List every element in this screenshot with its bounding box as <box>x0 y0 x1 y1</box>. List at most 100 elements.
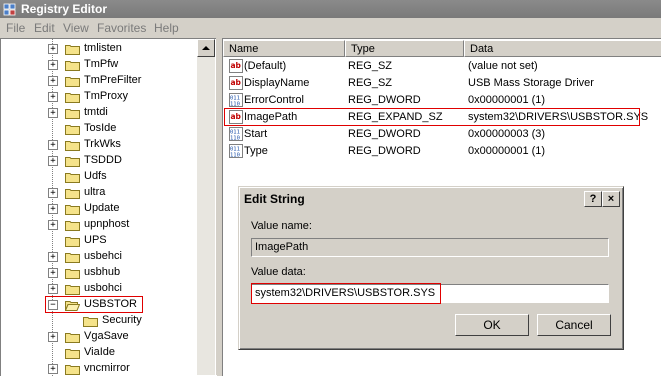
column-header-name[interactable]: Name <box>223 40 345 57</box>
tree-item-label: tmtdi <box>84 106 108 118</box>
tree-item-label: usbehci <box>84 250 122 262</box>
window-title: Registry Editor <box>21 2 108 16</box>
tree-item-label: upnphost <box>84 218 130 230</box>
folder-icon <box>65 156 80 167</box>
expand-icon[interactable]: + <box>48 252 58 262</box>
tree-item[interactable]: + usbohci <box>1 281 197 297</box>
tree-item[interactable]: + vncmirror <box>1 361 197 376</box>
expand-icon[interactable]: + <box>48 268 58 278</box>
menu-view[interactable]: View <box>63 21 89 35</box>
folder-icon <box>65 364 80 375</box>
menu-edit[interactable]: Edit <box>34 21 55 35</box>
value-name: Type <box>244 145 268 157</box>
menu-help[interactable]: Help <box>154 21 179 35</box>
column-header-type[interactable]: Type <box>345 40 464 57</box>
folder-icon <box>65 348 80 359</box>
tree-item[interactable]: + VgaSave <box>1 329 197 345</box>
menu-file[interactable]: File <box>6 21 25 35</box>
tree-item-label: TmProxy <box>84 90 128 102</box>
tree-item[interactable]: + ultra <box>1 185 197 201</box>
value-row[interactable]: ab DisplayName REG_SZ USB Mass Storage Driv… <box>223 75 661 92</box>
tree-item-label: TmPfw <box>84 58 119 70</box>
expand-icon[interactable]: + <box>48 44 58 54</box>
folder-icon <box>65 140 80 151</box>
tree-item-label: Udfs <box>84 170 107 182</box>
key-tree-pane[interactable]: + tmlisten + TmPfw + TmPreFilter + TmProxy + tmtd… <box>0 38 217 376</box>
column-header-type-label: Type <box>351 43 375 55</box>
expand-icon[interactable]: + <box>48 156 58 166</box>
value-data-label: Value data: <box>251 266 306 278</box>
value-row[interactable]: 011 110 ErrorControl REG_DWORD 0x00000001 (1… <box>223 92 661 109</box>
expand-icon[interactable]: + <box>48 108 58 118</box>
value-row[interactable]: 011 110 Type REG_DWORD 0x00000001 (1) <box>223 143 661 160</box>
column-header-name-label: Name <box>229 43 259 55</box>
imagepath-highlight-box <box>224 108 640 126</box>
svg-text:110: 110 <box>230 102 240 108</box>
folder-icon <box>65 108 80 119</box>
tree-item[interactable]: + TSDDD <box>1 153 197 169</box>
expand-icon[interactable]: + <box>48 332 58 342</box>
tree-item-label: usbohci <box>84 282 122 294</box>
tree-item[interactable]: + usbhub <box>1 265 197 281</box>
tree-item[interactable]: ViaIde <box>1 345 197 361</box>
close-button[interactable]: × <box>602 191 620 207</box>
value-row[interactable]: 011 110 Start REG_DWORD 0x00000003 (3) <box>223 126 661 143</box>
tree-item[interactable]: + Update <box>1 201 197 217</box>
expand-icon[interactable]: + <box>48 60 58 70</box>
scroll-up-arrow-icon <box>202 46 210 50</box>
tree-item-label: UPS <box>84 234 107 246</box>
tree-item-label: usbhub <box>84 266 121 278</box>
value-data: 0x00000003 (3) <box>468 128 546 140</box>
usbstor-highlight-box <box>45 296 143 313</box>
tree-item[interactable]: UPS <box>1 233 197 249</box>
expand-icon[interactable]: + <box>48 188 58 198</box>
tree-vertical-scrollbar[interactable] <box>197 39 215 375</box>
column-header-data[interactable]: Data <box>464 40 661 57</box>
tree-item[interactable]: − USBSTOR <box>1 296 197 313</box>
tree-item[interactable]: + usbehci <box>1 249 197 265</box>
folder-icon <box>65 268 80 279</box>
value-data: (value not set) <box>468 60 538 72</box>
svg-text:ab: ab <box>231 78 242 87</box>
tree-item[interactable]: + tmtdi <box>1 105 197 121</box>
expand-icon[interactable]: + <box>48 92 58 102</box>
expand-icon[interactable]: + <box>48 76 58 86</box>
value-name-field: ImagePath <box>251 238 609 257</box>
expand-icon[interactable]: + <box>48 140 58 150</box>
tree-item[interactable]: Udfs <box>1 169 197 185</box>
tree-item[interactable]: + tmlisten <box>1 41 197 57</box>
string-value-icon: ab <box>229 76 243 90</box>
value-data-highlight-box <box>251 283 441 304</box>
value-name: DisplayName <box>244 77 310 89</box>
tree-item[interactable]: + TmProxy <box>1 89 197 105</box>
folder-icon <box>65 284 80 295</box>
tree-item[interactable]: + TrkWks <box>1 137 197 153</box>
tree-item-label: TmPreFilter <box>84 74 142 86</box>
value-name: Start <box>244 128 268 140</box>
folder-icon <box>65 44 80 55</box>
tree-item-label: TSDDD <box>84 154 122 166</box>
ok-button[interactable]: OK <box>455 314 529 336</box>
scroll-up-button[interactable] <box>197 39 215 57</box>
expand-icon[interactable]: + <box>48 364 58 374</box>
value-name-label: Value name: <box>251 220 312 232</box>
value-row[interactable]: ab (Default) REG_SZ (value not set) <box>223 58 661 75</box>
tree-item[interactable]: + TmPfw <box>1 57 197 73</box>
tree-item[interactable]: + TmPreFilter <box>1 73 197 89</box>
folder-icon <box>83 316 98 327</box>
menu-favorites[interactable]: Favorites <box>97 21 146 35</box>
tree-item-label: ultra <box>84 186 106 198</box>
help-button[interactable]: ? <box>584 191 602 207</box>
title-bar: Registry Editor <box>0 0 661 18</box>
cancel-button[interactable]: Cancel <box>537 314 611 336</box>
tree-item[interactable]: Security <box>1 313 197 329</box>
expand-icon[interactable]: + <box>48 220 58 230</box>
tree-item[interactable]: TosIde <box>1 121 197 137</box>
tree-item-label: TosIde <box>84 122 117 134</box>
folder-icon <box>65 92 80 103</box>
tree-item-label: tmlisten <box>84 42 122 54</box>
tree-item[interactable]: + upnphost <box>1 217 197 233</box>
expand-icon[interactable]: + <box>48 204 58 214</box>
expand-icon[interactable]: + <box>48 284 58 294</box>
value-data: 0x00000001 (1) <box>468 94 546 106</box>
